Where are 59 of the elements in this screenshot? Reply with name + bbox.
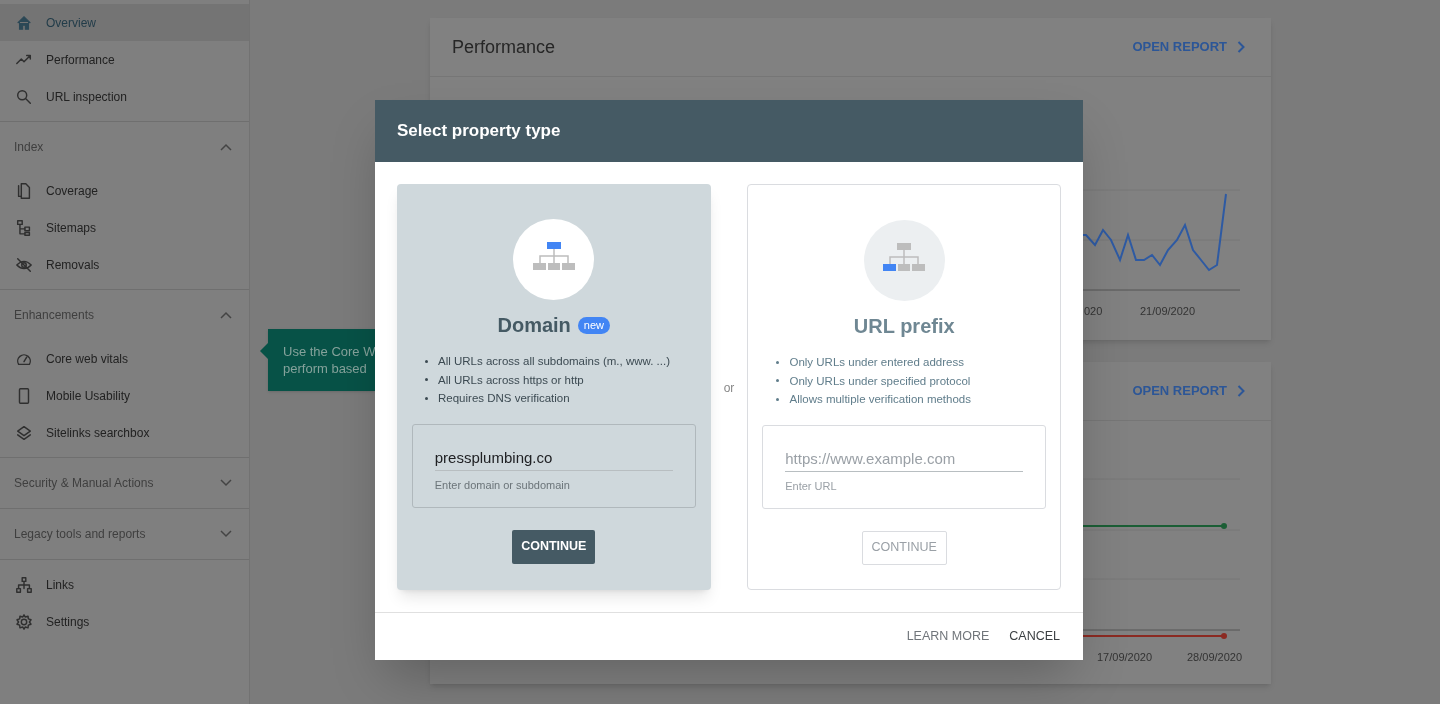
chevron-down-icon xyxy=(220,530,232,538)
nav-item[interactable]: Sitemaps xyxy=(0,209,249,246)
bullet-text: Allows multiple verification methods xyxy=(776,390,971,409)
sitemap-icon xyxy=(15,218,33,237)
continue-button[interactable]: CONTINUE xyxy=(861,530,947,565)
property-option-card[interactable]: Domain new All URLs across all subdomains (m., www. ...) All URLs across https or http Requires DNS verification pressplumbing.co Enter domain or subdomain CONTINUE xyxy=(397,184,711,590)
settings-icon xyxy=(15,612,33,631)
nav-item[interactable]: Links xyxy=(0,566,249,603)
nav-item[interactable]: Core web vitals xyxy=(0,340,249,377)
option-title: Domain xyxy=(497,313,571,338)
nav-item[interactable]: URL inspection xyxy=(0,78,249,115)
nav-item[interactable]: Mobile Usability xyxy=(0,377,249,414)
tooltip-text: Use the Core W xyxy=(283,343,375,360)
bullet-text: Requires DNS verification xyxy=(425,389,670,408)
search-icon xyxy=(15,87,33,106)
new-badge: new xyxy=(577,316,611,334)
nav-item[interactable]: Overview xyxy=(0,4,249,41)
text-input[interactable]: https://www.example.com xyxy=(785,445,1024,472)
input-field[interactable]: pressplumbing.co Enter domain or subdomain xyxy=(411,423,696,508)
chevron-down-icon xyxy=(220,479,232,487)
nav-item[interactable]: Sitelinks searchbox xyxy=(0,414,249,451)
chevron-up-icon xyxy=(220,143,232,151)
axis-label: 020 xyxy=(1084,305,1103,317)
continue-button[interactable]: CONTINUE xyxy=(512,529,596,564)
section-header[interactable]: Security & Manual Actions xyxy=(0,458,249,508)
chevron-right-icon xyxy=(1237,385,1245,397)
bullet-text: Only URLs under entered address xyxy=(776,353,971,372)
card-title: Performance xyxy=(452,35,556,59)
nav-item[interactable]: Removals xyxy=(0,246,249,283)
network-icon xyxy=(15,575,33,594)
dialog-button[interactable]: CANCEL xyxy=(1003,621,1066,652)
nav-item[interactable]: Performance xyxy=(0,41,249,78)
bullet-text: All URLs across https or http xyxy=(425,370,670,389)
axis-label: 17/09/2020 xyxy=(1097,651,1153,663)
section-header[interactable]: Index xyxy=(0,122,249,172)
property-option-card[interactable]: URL prefix Only URLs under entered address Only URLs under specified protocol Allows multiple verification methods https://www.example.com Enter URL CONTINUE xyxy=(747,184,1061,590)
tooltip-text: perform based xyxy=(283,360,368,377)
helper-text: Enter domain or subdomain xyxy=(434,477,571,493)
bullet-text: Only URLs under specified protocol xyxy=(776,371,971,390)
dialog-title: Select property type xyxy=(397,120,561,143)
eye-off-icon xyxy=(15,255,33,274)
chevron-right-icon xyxy=(1237,41,1245,53)
copy-icon xyxy=(15,181,33,200)
option-title: URL prefix xyxy=(853,314,955,339)
dialog-button[interactable]: LEARN MORE xyxy=(900,621,996,652)
bullet-text: All URLs across all subdomains (m., www. ...) xyxy=(425,352,670,371)
nav-item[interactable]: Settings xyxy=(0,603,249,640)
chevron-up-icon xyxy=(220,311,232,319)
input-field[interactable]: https://www.example.com Enter URL xyxy=(762,424,1047,509)
section-header[interactable]: Legacy tools and reports xyxy=(0,509,249,559)
text-input[interactable]: pressplumbing.co xyxy=(434,444,673,471)
layers-icon xyxy=(15,423,33,442)
section-header[interactable]: Enhancements xyxy=(0,290,249,340)
helper-text: Enter URL xyxy=(785,478,838,494)
home-icon xyxy=(15,13,33,32)
separator-text: or xyxy=(722,380,736,397)
nav-item[interactable]: Coverage xyxy=(0,172,249,209)
axis-label: 21/09/2020 xyxy=(1140,305,1196,317)
axis-label: 28/09/2020 xyxy=(1187,651,1243,663)
